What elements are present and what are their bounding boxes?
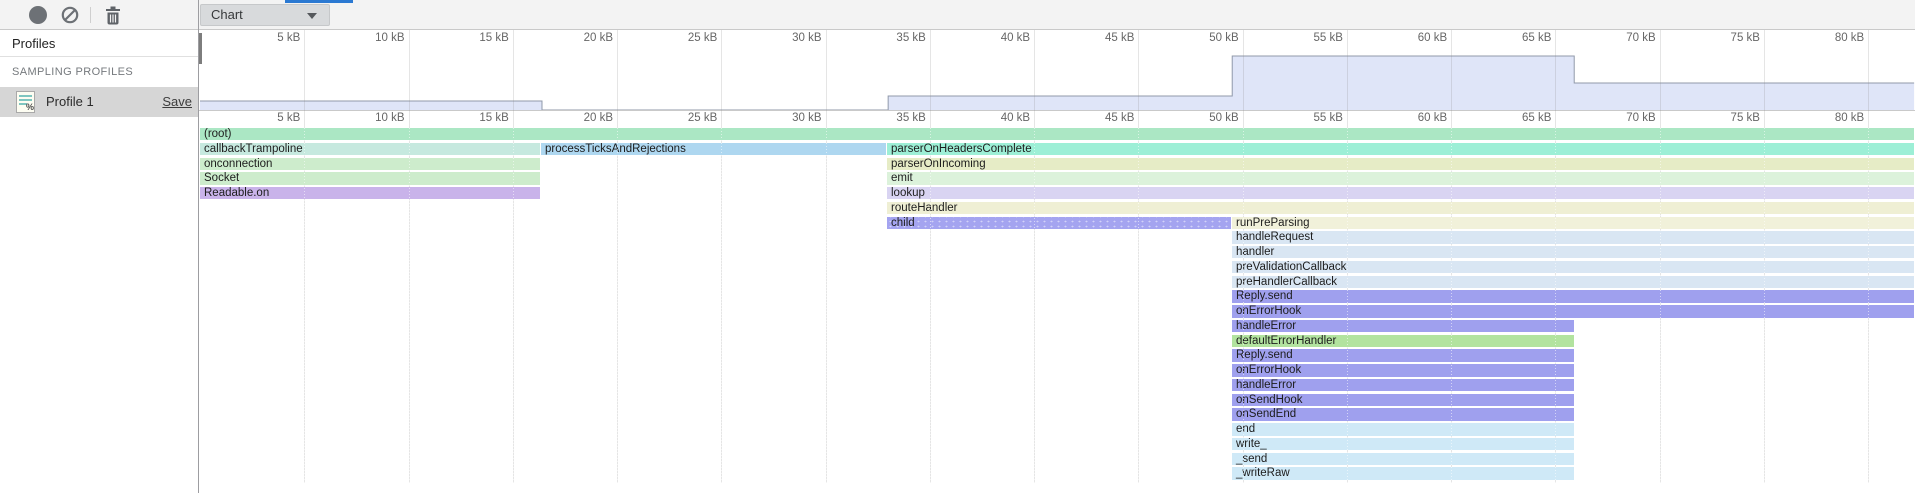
chart-view-select-value: Chart [211, 7, 243, 22]
toolbar-separator [90, 7, 91, 23]
flame-bar[interactable]: callbackTrampoline [200, 143, 540, 155]
flame-bar[interactable]: write_ [1232, 438, 1574, 450]
gridline [513, 30, 514, 483]
flame-bar[interactable]: handleError [1232, 320, 1574, 332]
record-icon[interactable] [29, 6, 47, 24]
gridline [721, 30, 722, 483]
flame-bar[interactable]: emit [887, 172, 1914, 184]
chevron-down-icon [307, 13, 317, 19]
ruler-tick-label: 25 kB [634, 112, 717, 124]
profile-name: Profile 1 [46, 87, 94, 117]
clear-profiles-icon[interactable] [61, 6, 79, 24]
gridline [304, 30, 305, 483]
chart-pane: 5 kB 10 kB 15 kB 20 kB 25 kB 30 kB 35 kB 40 kB 4… [199, 30, 1915, 493]
ruler-tick-label: 60 kB [1364, 112, 1447, 124]
profiler-window: Chart Profiles SAMPLING PROFILES % Profi… [0, 0, 1915, 493]
flame-bar[interactable]: processTicksAndRejections [541, 143, 886, 155]
ruler-tick-label: 80 kB [1781, 112, 1864, 124]
gridline [1034, 30, 1035, 483]
flame-bar[interactable]: onErrorHook [1232, 305, 1914, 317]
flame-bar[interactable]: _writeRaw [1232, 467, 1574, 479]
flame-bar[interactable]: (root) [200, 128, 1914, 140]
flame-bar[interactable]: handleError [1232, 379, 1574, 391]
flame-bar[interactable]: defaultErrorHandler [1232, 335, 1574, 347]
flame-bar[interactable]: Reply.send [1232, 349, 1574, 361]
active-tab-indicator [285, 0, 353, 3]
ruler-tick-label: 65 kB [1468, 112, 1551, 124]
flame-bar[interactable]: _send [1232, 453, 1574, 465]
flame-bar[interactable]: handleRequest [1232, 231, 1914, 243]
flame-bar[interactable]: end [1232, 423, 1574, 435]
save-link[interactable]: Save [162, 87, 192, 117]
flame-bar[interactable]: Reply.send [1232, 290, 1914, 302]
flame-bar[interactable]: Socket [200, 172, 540, 184]
flame-bar[interactable]: routeHandler [887, 202, 1914, 214]
profiles-header: Profiles [0, 30, 198, 57]
sampling-profile-icon: % [16, 91, 35, 113]
chart-view-select[interactable]: Chart [200, 4, 330, 26]
ruler-tick-label: 15 kB [426, 112, 509, 124]
flame-bar[interactable]: preValidationCallback [1232, 261, 1914, 273]
ruler-tick-label: 35 kB [843, 112, 926, 124]
ruler-tick-label: 50 kB [1156, 112, 1239, 124]
overview-divider [199, 110, 1915, 111]
trash-icon[interactable] [104, 5, 122, 25]
flame-bar[interactable]: parserOnHeadersComplete [887, 143, 1914, 155]
toolbar: Chart [0, 0, 1915, 30]
profile-list-item[interactable]: % Profile 1 Save [0, 87, 198, 117]
flame-bar[interactable]: handler [1232, 246, 1914, 258]
ruler-tick-label: 5 kB [217, 112, 300, 124]
memory-overview-area[interactable] [199, 30, 1915, 111]
flame-bar[interactable]: onSendEnd [1232, 408, 1574, 420]
ruler-tick-label: 70 kB [1573, 112, 1656, 124]
ruler-tick-label: 20 kB [530, 112, 613, 124]
gridline [826, 30, 827, 483]
flame-bar[interactable]: onSendHook [1232, 394, 1574, 406]
overview-drag-handle[interactable] [199, 33, 202, 64]
flame-bar[interactable]: lookup [887, 187, 1914, 199]
flame-bar[interactable]: onErrorHook [1232, 364, 1574, 376]
gridline [617, 30, 618, 483]
flame-bar[interactable]: parserOnIncoming [887, 158, 1914, 170]
flame-bar[interactable]: onconnection [200, 158, 540, 170]
flame-bar[interactable]: preHandlerCallback [1232, 276, 1914, 288]
gridline [1138, 30, 1139, 483]
flame-bar[interactable]: child [887, 217, 1231, 229]
ruler-tick-label: 10 kB [322, 112, 405, 124]
gridline [409, 30, 410, 483]
sampling-profiles-section-header: SAMPLING PROFILES [12, 66, 133, 78]
ruler-tick-label: 40 kB [947, 112, 1030, 124]
gridline [930, 30, 931, 483]
flame-bar[interactable]: runPreParsing [1232, 217, 1914, 229]
ruler-tick-label: 45 kB [1051, 112, 1134, 124]
sidebar: Profiles SAMPLING PROFILES % Profile 1 S… [0, 30, 198, 493]
ruler-tick-label: 30 kB [739, 112, 822, 124]
flame-bar[interactable]: Readable.on [200, 187, 540, 199]
ruler-tick-label: 55 kB [1260, 112, 1343, 124]
ruler-tick-label: 75 kB [1677, 112, 1760, 124]
